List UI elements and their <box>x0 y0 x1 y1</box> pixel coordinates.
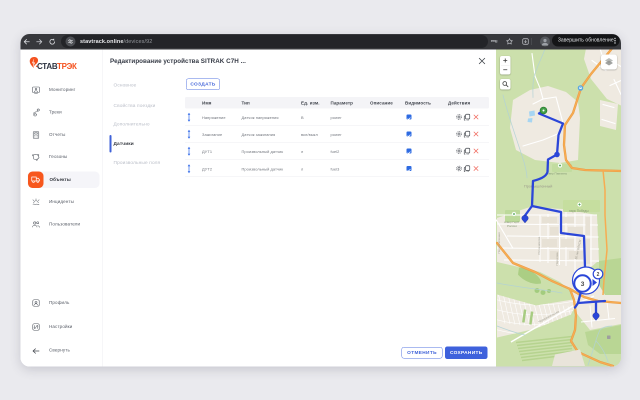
svg-text:3: 3 <box>581 281 585 288</box>
svg-text:Рогожникова: Рогожникова <box>537 236 541 254</box>
svg-text:России: России <box>507 224 517 228</box>
svg-text:парк Победы: парк Победы <box>569 209 589 213</box>
svg-text:сквер Павлины: сквер Павлины <box>546 172 567 176</box>
svg-text:Промышленный: Промышленный <box>524 185 552 189</box>
svg-text:Пирогова: Пирогова <box>555 252 559 265</box>
svg-text:2: 2 <box>597 272 600 278</box>
svg-text:Перспективная: Перспективная <box>497 232 501 254</box>
